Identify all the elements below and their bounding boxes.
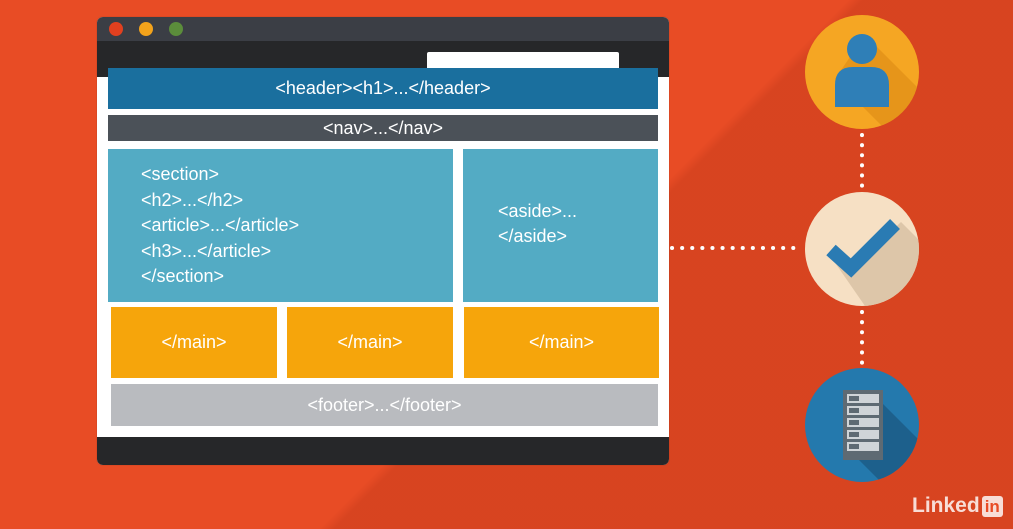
user-icon: [835, 34, 919, 129]
aside-line: </aside>: [498, 226, 568, 246]
checkmark-circle: [805, 192, 919, 306]
linkedin-logo: Linked in: [912, 494, 1003, 518]
close-window-dot[interactable]: [109, 22, 123, 36]
checkmark-icon: [826, 219, 919, 306]
section-block: <section> <h2>...</h2> <article>...</art…: [108, 149, 453, 302]
main-block: </main>: [464, 307, 659, 378]
footer-block: <footer>...</footer>: [111, 384, 658, 426]
header-block: <header><h1>...</header>: [108, 68, 658, 109]
vertical-connector-dots-top: [860, 133, 864, 191]
section-line: <h3>...</article>: [141, 240, 272, 261]
section-line: <h2>...</h2>: [141, 189, 244, 210]
user-circle: [805, 15, 919, 129]
logo-text: Linked: [912, 494, 980, 517]
maximize-window-dot[interactable]: [169, 22, 183, 36]
browser-statusbar: [97, 437, 669, 465]
section-line: </section>: [141, 266, 225, 286]
logo-in-badge: in: [981, 495, 1003, 517]
nav-block: <nav>...</nav>: [108, 115, 658, 141]
server-circle: [805, 368, 919, 482]
browser-window: <header><h1>...</header> <nav>...</nav> …: [97, 17, 669, 465]
section-line: <article>...</article>: [141, 215, 300, 235]
main-block: </main>: [111, 307, 277, 378]
server-icon: [843, 390, 919, 482]
aside-block: <aside>... </aside>: [463, 149, 658, 302]
browser-titlebar: [97, 17, 669, 41]
aside-line: <aside>...: [498, 201, 578, 221]
vertical-connector-dots-bottom: [860, 310, 864, 367]
section-line: <section>: [141, 164, 220, 184]
main-block: </main>: [287, 307, 453, 378]
minimize-window-dot[interactable]: [139, 22, 153, 36]
horizontal-connector-dots: [670, 246, 805, 250]
